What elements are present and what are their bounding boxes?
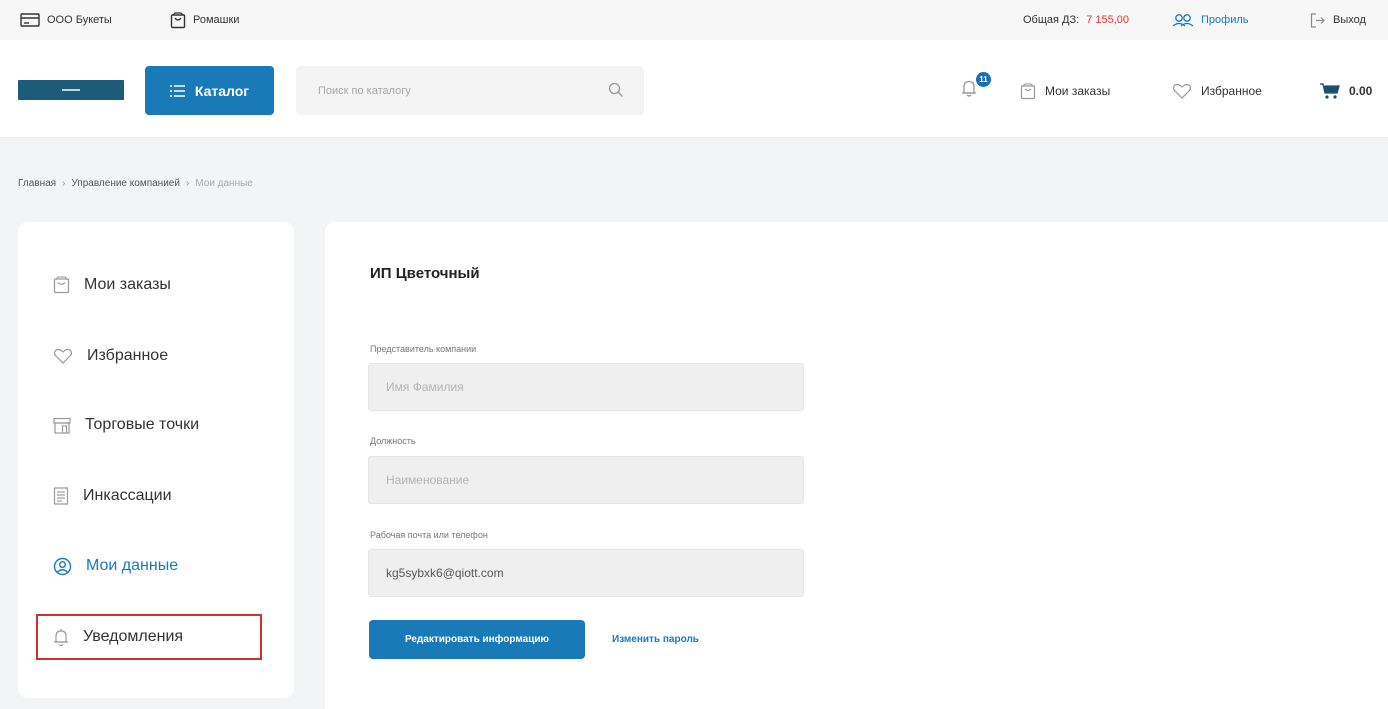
breadcrumb-separator: › [62, 178, 66, 189]
bag-icon [1020, 82, 1036, 99]
profile-panel: ИП Цветочный Представитель компании Долж… [325, 222, 1388, 709]
logout-label: Выход [1333, 14, 1366, 26]
position-field[interactable] [368, 456, 804, 504]
main-header: Каталог 11 Мои заказы Избранное 0.00 [0, 40, 1388, 138]
company-name: ООО Букеты [47, 14, 112, 26]
favorites-label: Избранное [1201, 84, 1262, 98]
search-input[interactable] [296, 66, 596, 115]
edit-info-button[interactable]: Редактировать информацию [369, 620, 585, 659]
store-name: Ромашки [193, 14, 240, 26]
site-logo[interactable] [18, 80, 124, 100]
header-favorites-link[interactable]: Избранное [1172, 80, 1262, 102]
company-title: ИП Цветочный [370, 265, 480, 282]
cart-total: 0.00 [1349, 84, 1373, 98]
breadcrumb-separator: › [185, 178, 190, 189]
sidebar-item-my-data[interactable]: Мои данные [36, 543, 262, 589]
cart-button[interactable]: 0.00 [1320, 80, 1372, 102]
account-sidebar: Мои заказы Избранное Торговые точки Инка… [18, 222, 294, 698]
notification-badge: 11 [976, 72, 991, 87]
store-icon [53, 417, 71, 434]
sidebar-item-favorites[interactable]: Избранное [36, 333, 262, 379]
debt-label: Общая ДЗ: [1023, 14, 1080, 26]
sidebar-item-label: Избранное [87, 347, 169, 364]
logout-link[interactable]: Выход [1310, 0, 1366, 40]
sidebar-item-label: Уведомления [83, 628, 184, 645]
card-icon [20, 13, 40, 27]
bell-icon [54, 628, 68, 646]
debt-info: Общая ДЗ: 7 155,00 [1023, 0, 1129, 40]
menu-icon [169, 84, 185, 97]
sidebar-item-collections[interactable]: Инкассации [36, 473, 262, 519]
breadcrumb-current: Мои данные [195, 178, 253, 189]
users-icon [1172, 14, 1194, 27]
contact-label: Рабочая почта или телефон [370, 530, 488, 540]
search-icon[interactable] [608, 82, 624, 98]
header-orders-link[interactable]: Мои заказы [1020, 80, 1110, 102]
store-switcher[interactable]: Ромашки [170, 0, 239, 40]
breadcrumb: Главная › Управление компанией › Мои дан… [18, 178, 253, 189]
heart-icon [53, 348, 73, 364]
sidebar-item-label: Инкассации [83, 487, 172, 504]
representative-field[interactable] [368, 363, 804, 411]
profile-link[interactable]: Профиль [1172, 0, 1249, 40]
bag-icon [170, 11, 186, 28]
profile-label: Профиль [1201, 14, 1249, 26]
sidebar-item-orders[interactable]: Мои заказы [36, 262, 262, 308]
heart-icon [1172, 83, 1192, 99]
top-bar: ООО Букеты Ромашки Общая ДЗ: 7 155,00 Пр… [0, 0, 1388, 40]
cart-icon [1320, 83, 1340, 99]
notifications-button[interactable] [960, 78, 978, 103]
catalog-button[interactable]: Каталог [145, 66, 274, 115]
orders-label: Мои заказы [1045, 84, 1111, 98]
sidebar-item-label: Мои заказы [84, 276, 171, 293]
contact-field[interactable] [368, 549, 804, 597]
breadcrumb-home[interactable]: Главная [18, 178, 56, 189]
change-password-link[interactable]: Изменить пароль [612, 634, 699, 645]
company-switcher[interactable]: ООО Букеты [20, 0, 112, 40]
representative-label: Представитель компании [370, 344, 477, 354]
catalog-label: Каталог [194, 82, 250, 99]
sidebar-item-stores[interactable]: Торговые точки [36, 402, 262, 448]
debt-value: 7 155,00 [1086, 14, 1130, 26]
sidebar-item-label: Торговые точки [85, 416, 200, 433]
user-icon [53, 557, 72, 575]
document-icon [53, 487, 69, 505]
breadcrumb-company[interactable]: Управление компанией [71, 178, 180, 189]
logout-icon [1310, 12, 1325, 28]
sidebar-item-label: Мои данные [86, 557, 179, 574]
sidebar-item-notifications[interactable]: Уведомления [36, 614, 262, 660]
bag-icon [53, 276, 70, 294]
position-label: Должность [370, 436, 416, 446]
